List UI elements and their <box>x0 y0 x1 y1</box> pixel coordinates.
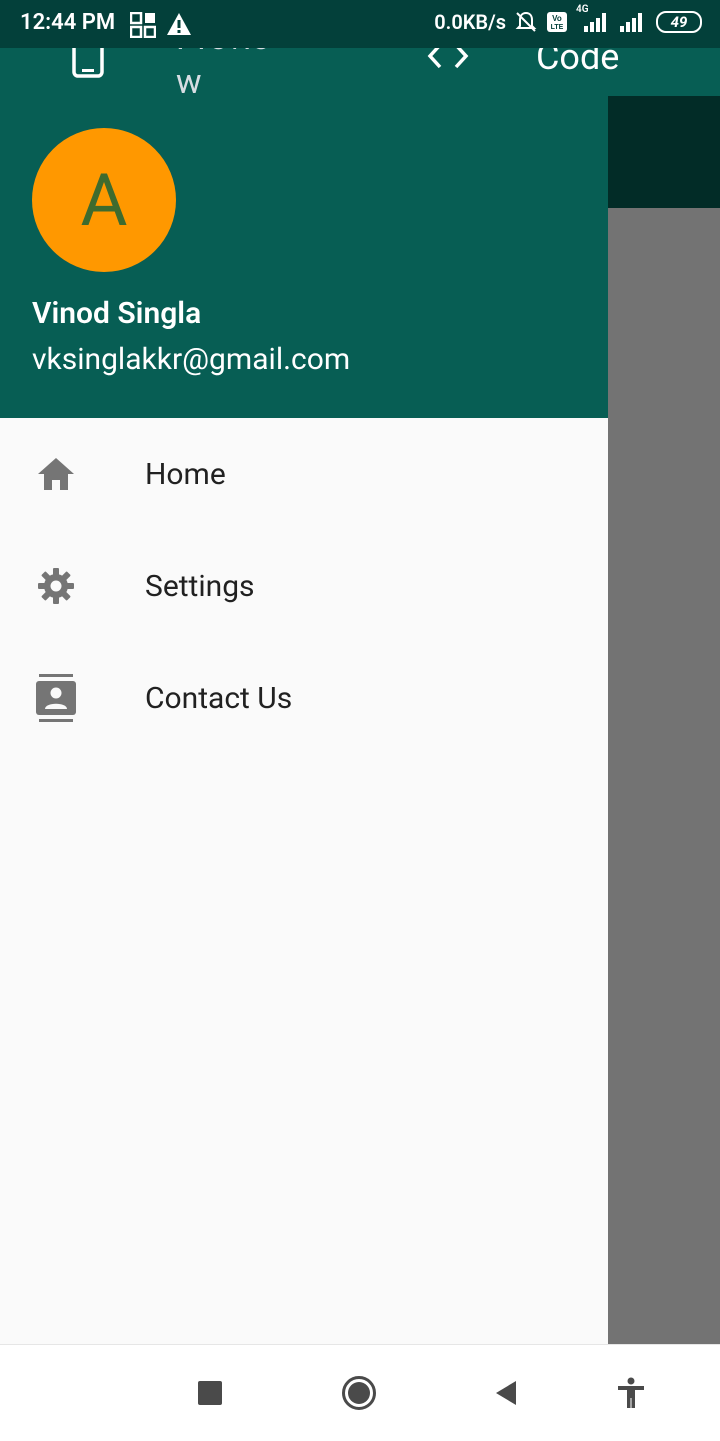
signal-icon <box>584 13 606 32</box>
warning-icon <box>167 13 191 35</box>
drawer-item-home[interactable]: Home <box>0 418 608 530</box>
system-navigation-bar <box>0 1344 720 1441</box>
home-circle-icon[interactable] <box>341 1375 377 1411</box>
svg-text:Vo: Vo <box>552 14 562 23</box>
drawer-item-label: Settings <box>145 568 255 604</box>
preview-code-tabbar: Preview Code <box>0 18 720 102</box>
status-time: 12:44 PM <box>20 10 116 35</box>
app-grid-icon <box>130 12 156 38</box>
volte-icon: Vo LTE <box>547 12 567 32</box>
battery-indicator: 49 <box>656 11 702 33</box>
svg-text:LTE: LTE <box>551 24 564 31</box>
drawer-item-label: Home <box>145 456 226 492</box>
drawer-item-label: Contact Us <box>145 680 293 716</box>
back-triangle-icon[interactable] <box>494 1379 518 1407</box>
drawer-item-contact-us[interactable]: Contact Us <box>0 642 608 754</box>
home-icon <box>34 452 78 496</box>
status-bar: 12:44 PM 0.0KB/s Vo LTE 4G 49 <box>0 0 720 48</box>
recents-square-icon[interactable] <box>198 1381 222 1405</box>
navigation-drawer: A Vinod Singla vksinglakkr@gmail.com Hom… <box>0 96 608 1344</box>
account-email: vksinglakkr@gmail.com <box>32 342 351 377</box>
drawer-menu: Home Settings Contact Us <box>0 418 608 754</box>
gear-icon <box>34 564 78 608</box>
network-speed: 0.0KB/s <box>434 10 506 34</box>
status-right-group: 0.0KB/s Vo LTE 4G 49 <box>434 4 702 34</box>
avatar[interactable]: A <box>32 128 176 272</box>
avatar-letter: A <box>80 157 128 243</box>
bell-off-icon <box>515 11 537 32</box>
drawer-header: A Vinod Singla vksinglakkr@gmail.com <box>0 96 608 418</box>
drawer-item-settings[interactable]: Settings <box>0 530 608 642</box>
contacts-icon <box>34 674 78 722</box>
account-name: Vinod Singla <box>32 296 202 331</box>
accessibility-icon[interactable] <box>616 1377 646 1409</box>
signal-2-icon <box>620 13 642 32</box>
